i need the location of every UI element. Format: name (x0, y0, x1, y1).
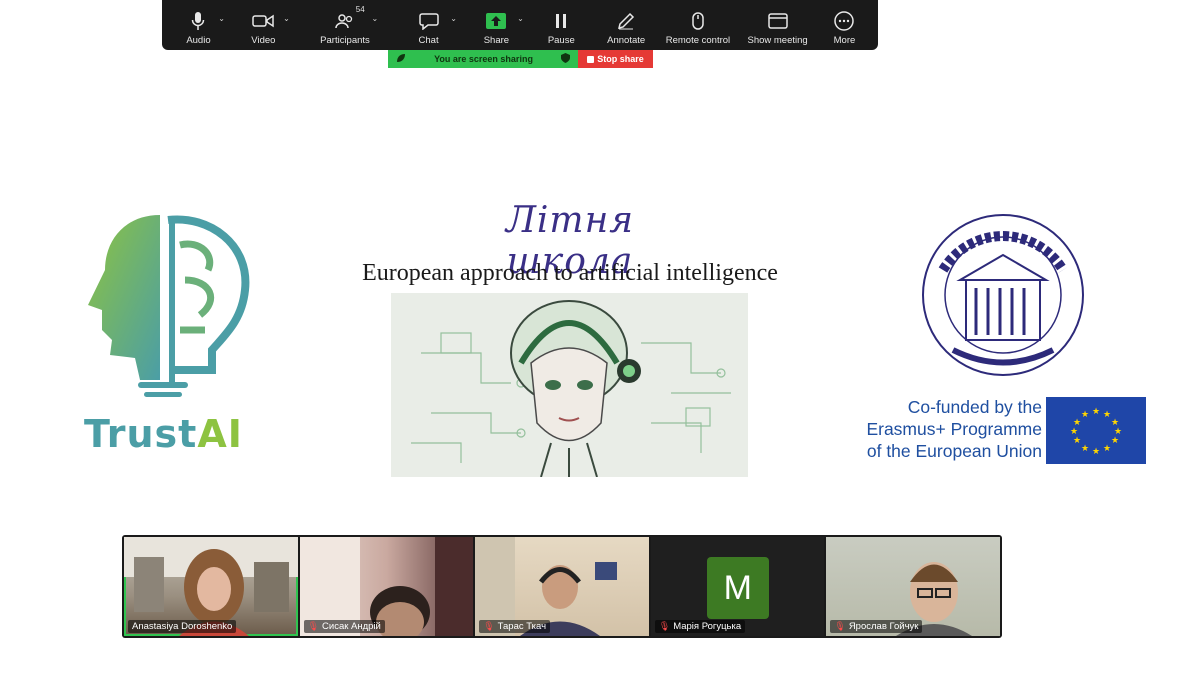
annotate-label: Annotate (607, 35, 646, 46)
stop-share-button[interactable]: Stop share (578, 50, 653, 68)
screen-share-bar: You are screen sharing Stop share (388, 50, 653, 68)
stop-icon (587, 55, 595, 63)
mic-muted-icon: 🎙 (483, 621, 495, 631)
share-button[interactable]: ⌄ Share (465, 0, 528, 50)
svg-text:★: ★ (1111, 436, 1119, 446)
trustai-wordmark: TrustAI (84, 412, 243, 456)
participant-tile[interactable]: 🎙 Ярослав Гойчук (826, 537, 1000, 636)
audio-label: Audio (186, 35, 211, 46)
remote-control-label: Remote control (665, 35, 731, 46)
annotate-button[interactable]: Annotate (595, 0, 658, 50)
remote-control-button[interactable]: Remote control (658, 0, 739, 50)
share-screen-icon (486, 10, 507, 32)
video-camera-icon (252, 10, 275, 32)
participant-tile[interactable]: M 🎙 Марія Рогуцька (650, 537, 825, 636)
chat-icon (418, 10, 439, 32)
more-dots-icon (834, 10, 855, 32)
shield-icon (561, 53, 570, 65)
show-meeting-label: Show meeting (747, 35, 808, 46)
participants-icon (335, 10, 355, 32)
participant-name-tag: 🎙 Тарас Ткач (479, 620, 551, 633)
video-label: Video (251, 35, 276, 46)
svg-text:★: ★ (1073, 436, 1081, 446)
participant-name-tag: 🎙 Сисак Андрій (303, 620, 385, 633)
audio-button[interactable]: ⌄ Audio (168, 0, 229, 50)
pause-label: Pause (547, 35, 575, 46)
chevron-down-icon[interactable]: ⌄ (218, 14, 225, 23)
erasmus-line-1: Co-funded by the (907, 397, 1042, 417)
participants-button[interactable]: 54 ⌄ Participants (298, 0, 392, 50)
participants-label: Participants (320, 35, 370, 46)
chat-button[interactable]: ⌄ Chat (392, 0, 465, 50)
window-icon (767, 10, 788, 32)
chevron-down-icon[interactable]: ⌄ (371, 14, 378, 23)
svg-text:★: ★ (1103, 410, 1111, 420)
microphone-icon (191, 10, 205, 32)
meeting-toolbar: ⌄ Audio ⌄ Video 54 ⌄ Participants ⌄ Chat… (162, 0, 878, 50)
participant-tile[interactable]: 🎙 Тарас Ткач (475, 537, 649, 636)
svg-text:★: ★ (1081, 410, 1089, 420)
svg-text:★: ★ (1103, 444, 1111, 454)
share-label: Share (483, 35, 510, 46)
trustai-wordmark-ai: AI (197, 412, 243, 456)
pencil-icon (617, 10, 635, 32)
chevron-down-icon[interactable]: ⌄ (283, 14, 290, 23)
avatar: M (706, 557, 769, 619)
svg-text:★: ★ (1092, 407, 1100, 417)
sharing-status-text: You are screen sharing (434, 54, 533, 64)
participant-name-tag: 🎙 Ярослав Гойчук (830, 620, 923, 633)
more-button[interactable]: More (817, 0, 872, 50)
mic-muted-icon: 🎙 (307, 621, 320, 631)
leaf-icon (396, 53, 406, 65)
trustai-wordmark-trust: Trust (84, 412, 198, 456)
participant-tile[interactable]: 🎙 Сисак Андрій (299, 537, 474, 636)
erasmus-line-3: of the European Union (866, 441, 1042, 461)
more-label: More (833, 35, 856, 46)
svg-text:★: ★ (1081, 444, 1089, 454)
stop-share-label: Stop share (597, 54, 644, 64)
pause-button[interactable]: Pause (528, 0, 595, 50)
chevron-down-icon[interactable]: ⌄ (450, 14, 457, 23)
erasmus-cofunded-text: Co-funded by the Erasmus+ Programme of t… (832, 396, 1042, 462)
svg-text:★: ★ (1092, 447, 1100, 457)
participant-video-strip: Anastasiya Doroshenko 🎙 Сисак Андрій 🎙 Тар… (122, 535, 1002, 638)
participant-name-tag: 🎙 Марія Рогуцька (654, 620, 746, 633)
mic-muted-icon: 🎙 (834, 621, 846, 631)
mouse-icon (692, 10, 704, 32)
video-button[interactable]: ⌄ Video (229, 0, 298, 50)
sharing-status: You are screen sharing (388, 50, 578, 68)
participant-name-tag: Anastasiya Doroshenko (128, 620, 237, 633)
participant-tile[interactable]: Anastasiya Doroshenko (124, 537, 298, 636)
erasmus-line-2: Erasmus+ Programme (866, 419, 1042, 439)
lviv-polytechnic-seal (908, 200, 1098, 390)
robot-illustration (391, 293, 748, 477)
svg-text:★: ★ (1073, 418, 1081, 428)
show-meeting-button[interactable]: Show meeting (738, 0, 817, 50)
svg-text:★: ★ (1070, 427, 1078, 437)
slide-subtitle: European approach to artificial intellig… (362, 260, 778, 286)
mic-muted-icon: 🎙 (658, 621, 671, 631)
chevron-down-icon[interactable]: ⌄ (517, 14, 524, 23)
participants-count: 54 (355, 5, 365, 14)
chat-label: Chat (418, 35, 439, 46)
eu-flag-icon: ★ ★ ★ ★ ★ ★ ★ ★ ★ ★ ★ ★ (1046, 397, 1146, 464)
pause-icon (555, 10, 567, 32)
